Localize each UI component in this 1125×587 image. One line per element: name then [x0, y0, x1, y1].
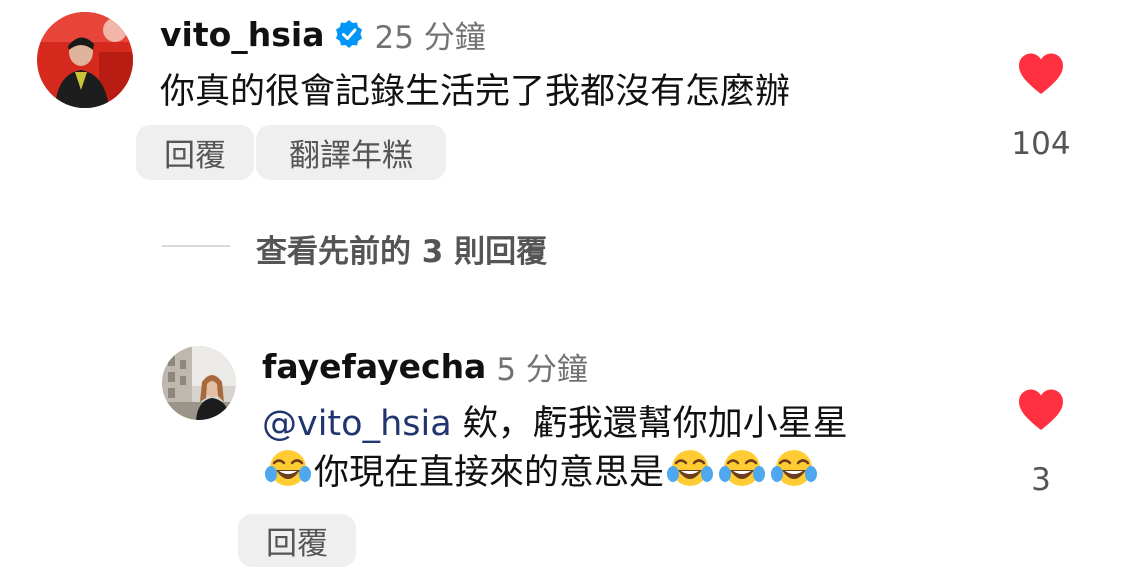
replies-divider [162, 245, 230, 247]
reply-text-line-1: @vito_hsia 欸，虧我還幫你加小星星 [262, 398, 848, 450]
reply-username[interactable]: fayefayecha [262, 347, 486, 386]
reply-text-line-2: 你現在直接來的意思是 [262, 446, 820, 499]
reply-reply-button[interactable]: 回覆 [238, 514, 356, 567]
avatar-fayefayecha[interactable] [162, 346, 236, 420]
comment-header: vito_hsia 25 分鐘 [160, 10, 486, 58]
mention-link[interactable]: @vito_hsia [262, 404, 452, 444]
reply-header: fayefayecha 5 分鐘 [262, 342, 588, 390]
reply-text-part-1: 欸，虧我還幫你加小星星 [451, 404, 848, 444]
reply-like-heart-icon[interactable] [1017, 388, 1065, 432]
view-previous-replies-link[interactable]: 查看先前的 3 則回覆 [256, 226, 547, 271]
username[interactable]: vito_hsia [160, 15, 324, 54]
reply-time: 5 分鐘 [496, 351, 588, 388]
tears-of-joy-emoji-icon [264, 446, 312, 494]
reply-button[interactable]: 回覆 [136, 125, 254, 180]
like-count: 104 [1011, 126, 1071, 162]
verified-badge-icon [334, 19, 364, 49]
avatar-vito-hsia[interactable] [37, 12, 133, 108]
tears-of-joy-emoji-icon [770, 446, 818, 494]
comment-time: 25 分鐘 [374, 19, 486, 56]
tears-of-joy-emoji-icon [718, 446, 766, 494]
reply-like-count: 3 [1031, 462, 1051, 498]
tears-of-joy-emoji-icon [666, 446, 714, 494]
reply-text-part-2: 你現在直接來的意思是 [314, 453, 665, 493]
like-heart-icon[interactable] [1017, 52, 1065, 96]
translate-button[interactable]: 翻譯年糕 [256, 125, 446, 180]
comment-text: 你真的很會記錄生活完了我都沒有怎麼辦 [160, 72, 791, 112]
